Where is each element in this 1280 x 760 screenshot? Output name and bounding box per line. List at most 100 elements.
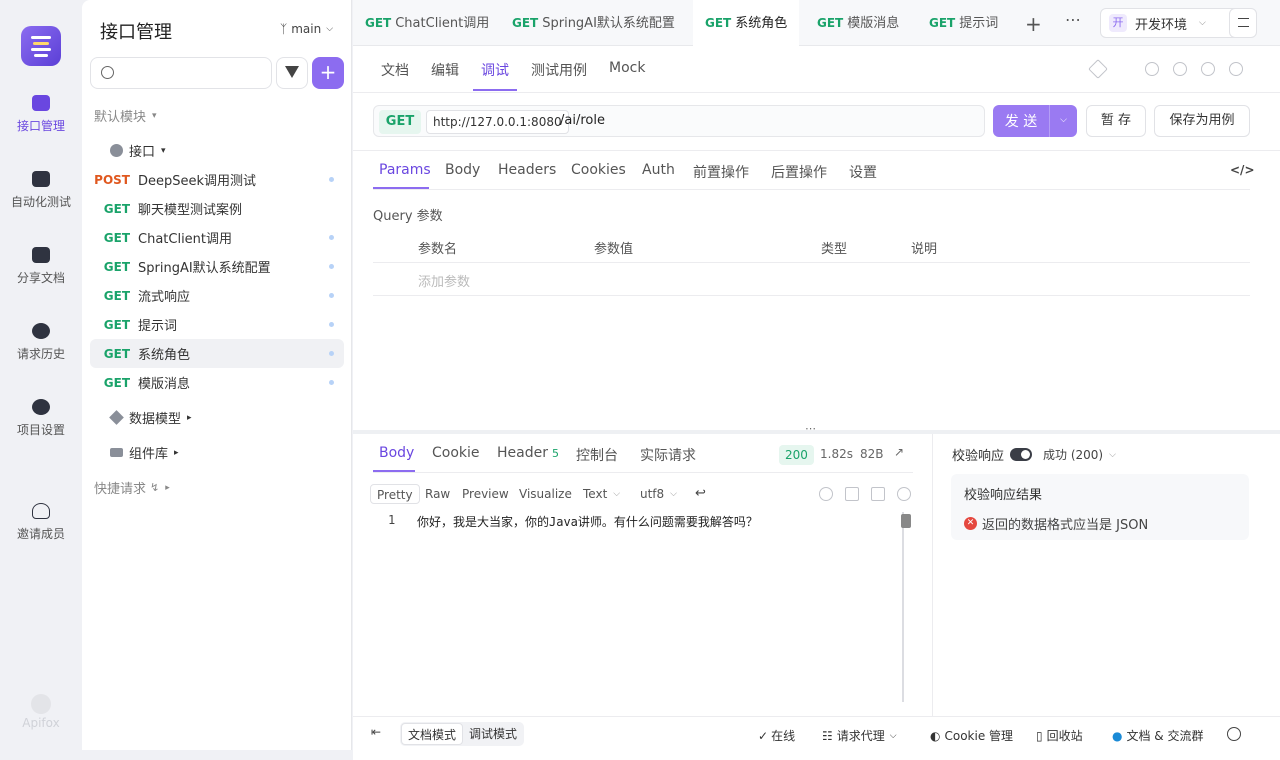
tab-chatclient[interactable]: GET ChatClient调用 [353,0,501,46]
code-icon[interactable]: </> [1230,163,1255,177]
view-visualize[interactable]: Visualize [519,484,572,504]
collapse-sidebar-icon[interactable]: ⇤ [371,725,381,739]
subtab-edit[interactable]: 编辑 [431,60,459,80]
resp-tab-actual[interactable]: 实际请求 [640,445,696,465]
tab-auth[interactable]: Auth [642,162,675,178]
scrollbar-track[interactable] [902,512,904,702]
settings-icon[interactable] [1229,62,1243,76]
tab-settings[interactable]: 设置 [849,162,877,182]
subtab-mock[interactable]: Mock [609,60,645,76]
copy-icon[interactable] [1173,62,1187,76]
add-button[interactable]: + [312,57,344,89]
data-model-group[interactable]: 数据模型 ▸ [109,408,192,427]
quick-request-group[interactable]: 快捷请求 ↯ ▸ [94,478,170,497]
send-button[interactable]: 发 送 ⌵ [993,105,1077,137]
tree-item[interactable]: GET 流式响应 [90,281,344,310]
proxy-select[interactable]: ☷ 请求代理 ⌵ [822,727,897,744]
debug-mode-button[interactable]: 调试模式 [463,723,523,745]
format-value: Text [583,487,608,501]
tree-item-name: SpringAI默认系统配置 [138,261,271,276]
base-url[interactable]: http://127.0.0.1:8080 [426,110,569,134]
more-tabs-button[interactable]: ⋯ [1065,10,1081,29]
mode-switch[interactable]: 文档模式 调试模式 [400,722,525,746]
rail-item-settings[interactable]: 项目设置 [0,399,82,438]
link-icon[interactable] [1201,62,1215,76]
add-param-input[interactable]: 添加参数 [418,271,470,290]
tree-item[interactable]: GET ChatClient调用 [90,223,344,252]
save-button[interactable]: 暂 存 [1086,105,1146,137]
tree-item[interactable]: GET 聊天模型测试案例 [90,194,344,223]
path-input[interactable]: /ai/role [560,113,605,128]
encoding-select[interactable]: utf8 ⌵ [640,484,677,504]
subtab-test-cases[interactable]: 测试用例 [531,60,587,80]
recycle-bin-button[interactable]: ▯ 回收站 [1036,727,1083,744]
rail-item-invite[interactable]: 邀请成员 [0,503,82,542]
pin-icon[interactable] [1088,59,1108,79]
upgrade-icon[interactable] [1227,727,1241,741]
format-select[interactable]: Text ⌵ [583,484,620,504]
community-button[interactable]: ● 文档 & 交流群 [1112,727,1203,744]
wrap-icon[interactable]: ↩ [695,486,706,501]
tab-prompt[interactable]: GET 提示词 [917,0,1010,46]
url-bar[interactable]: GET http://127.0.0.1:8080 /ai/role [373,105,985,137]
tree-item[interactable]: GET SpringAI默认系统配置 [90,252,344,281]
new-tab-button[interactable]: + [1025,12,1042,36]
subtab-debug[interactable]: 调试 [481,60,509,80]
method-selector[interactable]: GET [379,110,421,134]
drag-handle-icon[interactable]: ⋯ [805,422,816,435]
view-pretty[interactable]: Pretty [370,484,420,504]
component-lib-group[interactable]: 组件库 ▸ [110,443,179,462]
tree-item[interactable]: GET 提示词 [90,310,344,339]
tree-item[interactable]: GET 模版消息 [90,368,344,397]
scroll-top-icon[interactable] [819,487,833,501]
share-icon[interactable] [1145,62,1159,76]
subtab-docs[interactable]: 文档 [381,60,409,80]
validate-response[interactable]: 校验响应 [952,445,1033,464]
resp-tab-cookie[interactable]: Cookie [432,445,480,461]
tree-item-name: 聊天模型测试案例 [138,203,243,218]
search-input[interactable] [90,57,272,89]
tab-params[interactable]: Params [379,162,431,178]
tab-system-role[interactable]: GET 系统角色 [693,0,800,46]
tree-item[interactable]: POST DeepSeek调用测试 [90,165,344,194]
view-preview[interactable]: Preview [462,484,509,504]
resp-tab-body[interactable]: Body [379,445,414,461]
validation-title: 校验响应结果 [964,488,1043,503]
save-as-case-button[interactable]: 保存为用例 [1154,105,1250,137]
folder-api[interactable]: 接口 ▾ [110,141,166,160]
default-module-group[interactable]: 默认模块 ▾ [94,106,157,125]
tab-cookies[interactable]: Cookies [571,162,626,178]
validate-toggle[interactable] [1010,448,1033,461]
doc-mode-button[interactable]: 文档模式 [401,723,464,745]
rail-item-automation[interactable]: 自动化测试 [0,171,82,210]
env-badge: 开 [1109,14,1127,32]
tab-pre-ops[interactable]: 前置操作 [693,162,749,182]
tab-headers[interactable]: Headers [498,162,556,178]
rail-item-share-docs[interactable]: 分享文档 [0,247,82,286]
splitter[interactable] [353,430,1280,434]
online-status[interactable]: ✓ 在线 [758,727,795,744]
branch-selector[interactable]: ᛉ main ⌵ [280,22,333,36]
app-logo[interactable] [21,26,61,66]
download-icon[interactable] [845,487,859,501]
tree-item-selected[interactable]: GET 系统角色 [90,339,344,368]
scrollbar-thumb[interactable] [901,514,911,528]
tab-template-message[interactable]: GET 模版消息 [805,0,911,46]
tab-body[interactable]: Body [445,162,480,178]
tab-springai-config[interactable]: GET SpringAI默认系统配置 [500,0,687,46]
resp-tab-console[interactable]: 控制台 [576,445,618,465]
resp-tab-header[interactable]: Header 5 [497,445,559,461]
rail-item-history[interactable]: 请求历史 [0,323,82,362]
validate-status-select[interactable]: 成功 (200) ⌵ [1043,446,1116,463]
menu-button[interactable] [1229,8,1257,38]
tab-post-ops[interactable]: 后置操作 [771,162,827,182]
view-raw[interactable]: Raw [425,484,450,504]
tab-label: 提示词 [959,16,999,31]
copy-icon[interactable] [871,487,885,501]
filter-button[interactable] [276,57,308,89]
chevron-down-icon[interactable]: ⌵ [1049,105,1077,137]
rail-item-api[interactable]: 接口管理 [0,95,82,134]
share-icon[interactable]: ↗ [894,445,904,459]
cookie-manager-button[interactable]: ◐ Cookie 管理 [930,727,1013,744]
search-icon[interactable] [897,487,911,501]
